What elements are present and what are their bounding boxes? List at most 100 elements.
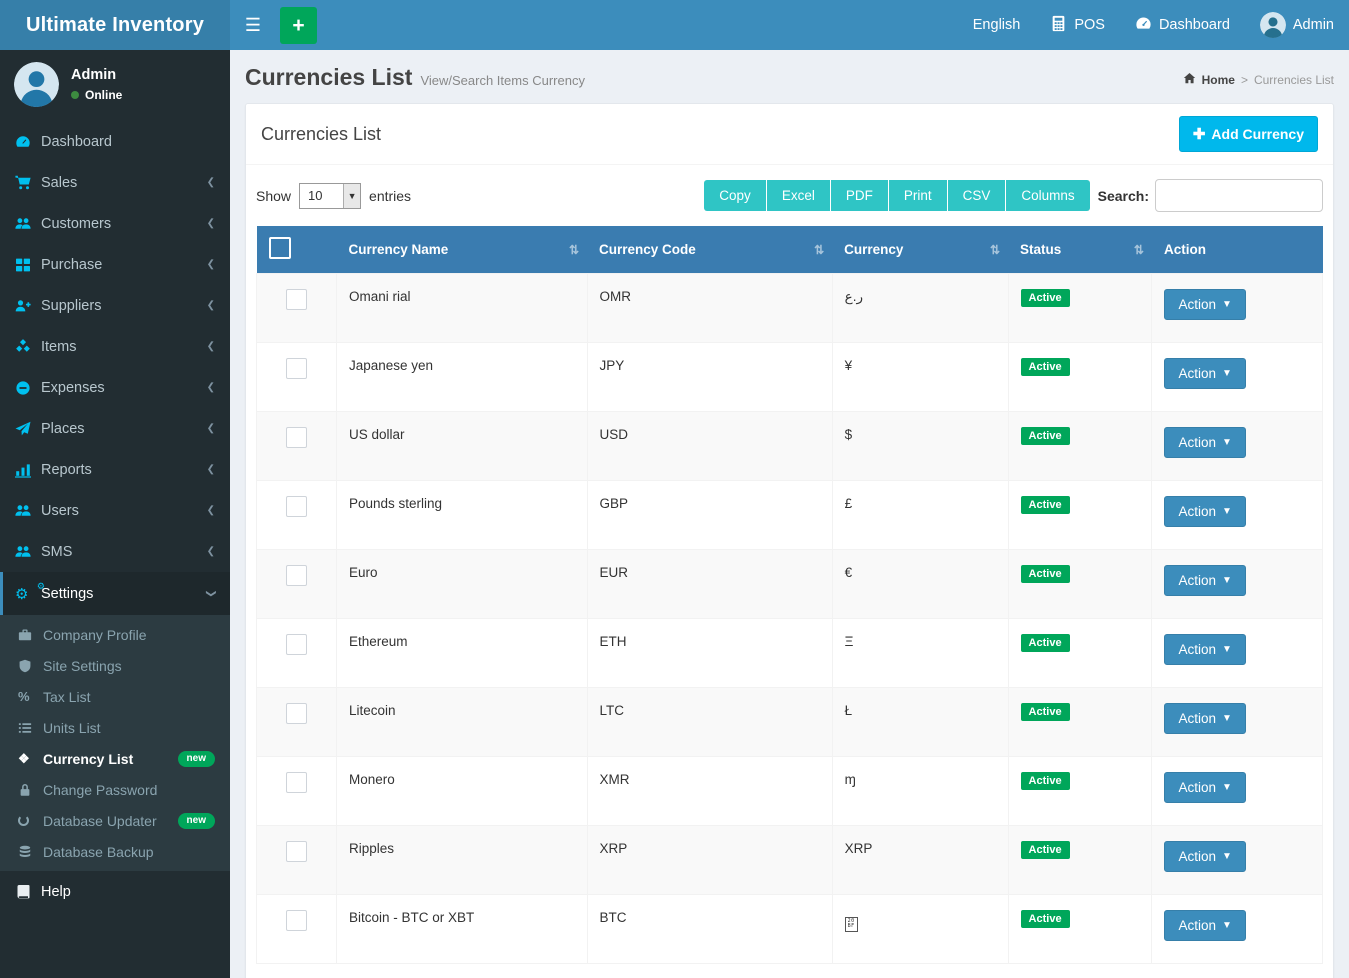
language-menu[interactable]: English	[958, 0, 1036, 50]
shield-icon	[18, 659, 43, 673]
quick-add-button[interactable]: +	[280, 7, 317, 44]
sidebar-item-customers[interactable]: Customers ❮	[0, 203, 230, 244]
copy-button[interactable]: Copy	[704, 180, 767, 211]
pdf-button[interactable]: PDF	[831, 180, 889, 211]
row-checkbox[interactable]	[286, 703, 307, 724]
language-label: English	[973, 17, 1021, 33]
action-button[interactable]: Action▼	[1164, 772, 1245, 803]
row-checkbox[interactable]	[286, 772, 307, 793]
sidebar-item-suppliers[interactable]: Suppliers ❮	[0, 285, 230, 326]
cell-currency-code: BTC	[587, 895, 832, 964]
sort-icon: ⇅	[990, 243, 1000, 257]
cart-icon	[15, 175, 41, 191]
sidebar-item-sales[interactable]: Sales ❮	[0, 162, 230, 203]
action-button[interactable]: Action▼	[1164, 634, 1245, 665]
sidebar-item-purchase[interactable]: Purchase ❮	[0, 244, 230, 285]
users-icon	[15, 503, 41, 519]
sidebar-item-sms[interactable]: SMS ❮	[0, 531, 230, 572]
cell-currency-name: Litecoin	[337, 688, 588, 757]
status-badge: Active	[1021, 565, 1070, 583]
caret-down-icon: ▼	[1222, 437, 1232, 448]
caret-down-icon: ▼	[1222, 713, 1232, 724]
action-button[interactable]: Action▼	[1164, 703, 1245, 734]
submenu-item-units-list[interactable]: Units List	[0, 712, 230, 743]
submenu-item-database-backup[interactable]: Database Backup	[0, 836, 230, 867]
submenu-item-tax-list[interactable]: % Tax List	[0, 681, 230, 712]
header-currency-code[interactable]: Currency Code⇅	[587, 226, 832, 274]
sidebar-item-dashboard[interactable]: Dashboard	[0, 121, 230, 162]
select-all-checkbox[interactable]	[269, 237, 291, 259]
select-all-header	[257, 226, 337, 274]
action-button[interactable]: Action▼	[1164, 496, 1245, 527]
user-menu[interactable]: Admin	[1245, 0, 1349, 50]
lock-icon	[18, 783, 43, 797]
columns-button[interactable]: Columns	[1006, 180, 1089, 211]
cell-currency-code: XMR	[587, 757, 832, 826]
submenu-item-site-settings[interactable]: Site Settings	[0, 650, 230, 681]
sidebar-item-help[interactable]: Help	[0, 871, 230, 912]
box-title: Currencies List	[261, 124, 381, 145]
submenu-item-change-password[interactable]: Change Password	[0, 774, 230, 805]
action-button[interactable]: Action▼	[1164, 427, 1245, 458]
action-button[interactable]: Action▼	[1164, 358, 1245, 389]
row-checkbox[interactable]	[286, 289, 307, 310]
cell-currency-symbol: $	[832, 412, 1008, 481]
home-icon	[1183, 72, 1196, 88]
breadcrumb: Home > Currencies List	[1183, 72, 1334, 88]
cubes-icon	[15, 339, 41, 355]
sidebar-item-users[interactable]: Users ❮	[0, 490, 230, 531]
table-row: Bitcoin - BTC or XBT BTC 20 BF Active Ac…	[257, 895, 1323, 964]
table-row: Euro EUR € Active Action▼	[257, 550, 1323, 619]
submenu-item-currency-list[interactable]: ❖ Currency List new	[0, 743, 230, 774]
cell-currency-code: XRP	[587, 826, 832, 895]
add-currency-button[interactable]: ✚ Add Currency	[1179, 116, 1318, 152]
sidebar-user-panel: Admin Online	[0, 50, 230, 121]
row-checkbox[interactable]	[286, 634, 307, 655]
cell-currency-symbol: 20 BF	[832, 895, 1008, 964]
action-button[interactable]: Action▼	[1164, 841, 1245, 872]
pos-link[interactable]: POS	[1035, 0, 1120, 50]
row-checkbox[interactable]	[286, 841, 307, 862]
dashboard-link[interactable]: Dashboard	[1120, 0, 1245, 50]
search-input[interactable]	[1155, 179, 1323, 212]
csv-button[interactable]: CSV	[948, 180, 1007, 211]
action-button[interactable]: Action▼	[1164, 910, 1245, 941]
row-checkbox[interactable]	[286, 427, 307, 448]
row-checkbox[interactable]	[286, 358, 307, 379]
brand-logo[interactable]: Ultimate Inventory	[0, 0, 230, 50]
sidebar-user-name: Admin	[71, 67, 122, 83]
calculator-icon	[1050, 15, 1067, 36]
submenu-item-company-profile[interactable]: Company Profile	[0, 619, 230, 650]
sidebar-toggle-icon[interactable]: ☰	[230, 0, 276, 50]
action-button[interactable]: Action▼	[1164, 289, 1245, 320]
breadcrumb-current: Currencies List	[1254, 73, 1334, 87]
excel-button[interactable]: Excel	[767, 180, 831, 211]
chevron-left-icon: ❮	[207, 218, 215, 229]
page-size-select[interactable]: 10 ▼	[299, 183, 361, 209]
sidebar-item-settings[interactable]: ⚙⚙ Settings ❮	[0, 572, 230, 615]
cell-currency-symbol: £	[832, 481, 1008, 550]
action-button[interactable]: Action▼	[1164, 565, 1245, 596]
header-currency[interactable]: Currency⇅	[832, 226, 1008, 274]
new-badge: new	[178, 813, 215, 829]
sidebar-user-status[interactable]: Online	[71, 88, 122, 102]
sidebar-item-items[interactable]: Items ❮	[0, 326, 230, 367]
circle-notch-icon	[18, 815, 43, 826]
sidebar-item-reports[interactable]: Reports ❮	[0, 449, 230, 490]
caret-down-icon: ▼	[1222, 575, 1232, 586]
row-checkbox[interactable]	[286, 910, 307, 931]
print-button[interactable]: Print	[889, 180, 948, 211]
submenu-item-database-updater[interactable]: Database Updater new	[0, 805, 230, 836]
sidebar: Admin Online Dashboard Sales ❮	[0, 50, 230, 978]
sidebar-item-expenses[interactable]: Expenses ❮	[0, 367, 230, 408]
breadcrumb-home-link[interactable]: Home	[1202, 73, 1235, 87]
sidebar-item-places[interactable]: Places ❮	[0, 408, 230, 449]
header-status[interactable]: Status⇅	[1008, 226, 1152, 274]
content-header: Currencies List View/Search Items Curren…	[230, 50, 1349, 103]
table-row: Monero XMR ɱ Active Action▼	[257, 757, 1323, 826]
header-currency-name[interactable]: Currency Name⇅	[337, 226, 588, 274]
sidebar-menu: Dashboard Sales ❮ Customers ❮ P	[0, 121, 230, 615]
row-checkbox[interactable]	[286, 565, 307, 586]
row-checkbox[interactable]	[286, 496, 307, 517]
table-toolbar: Show 10 ▼ entries Copy Excel PDF Print C…	[246, 165, 1333, 224]
